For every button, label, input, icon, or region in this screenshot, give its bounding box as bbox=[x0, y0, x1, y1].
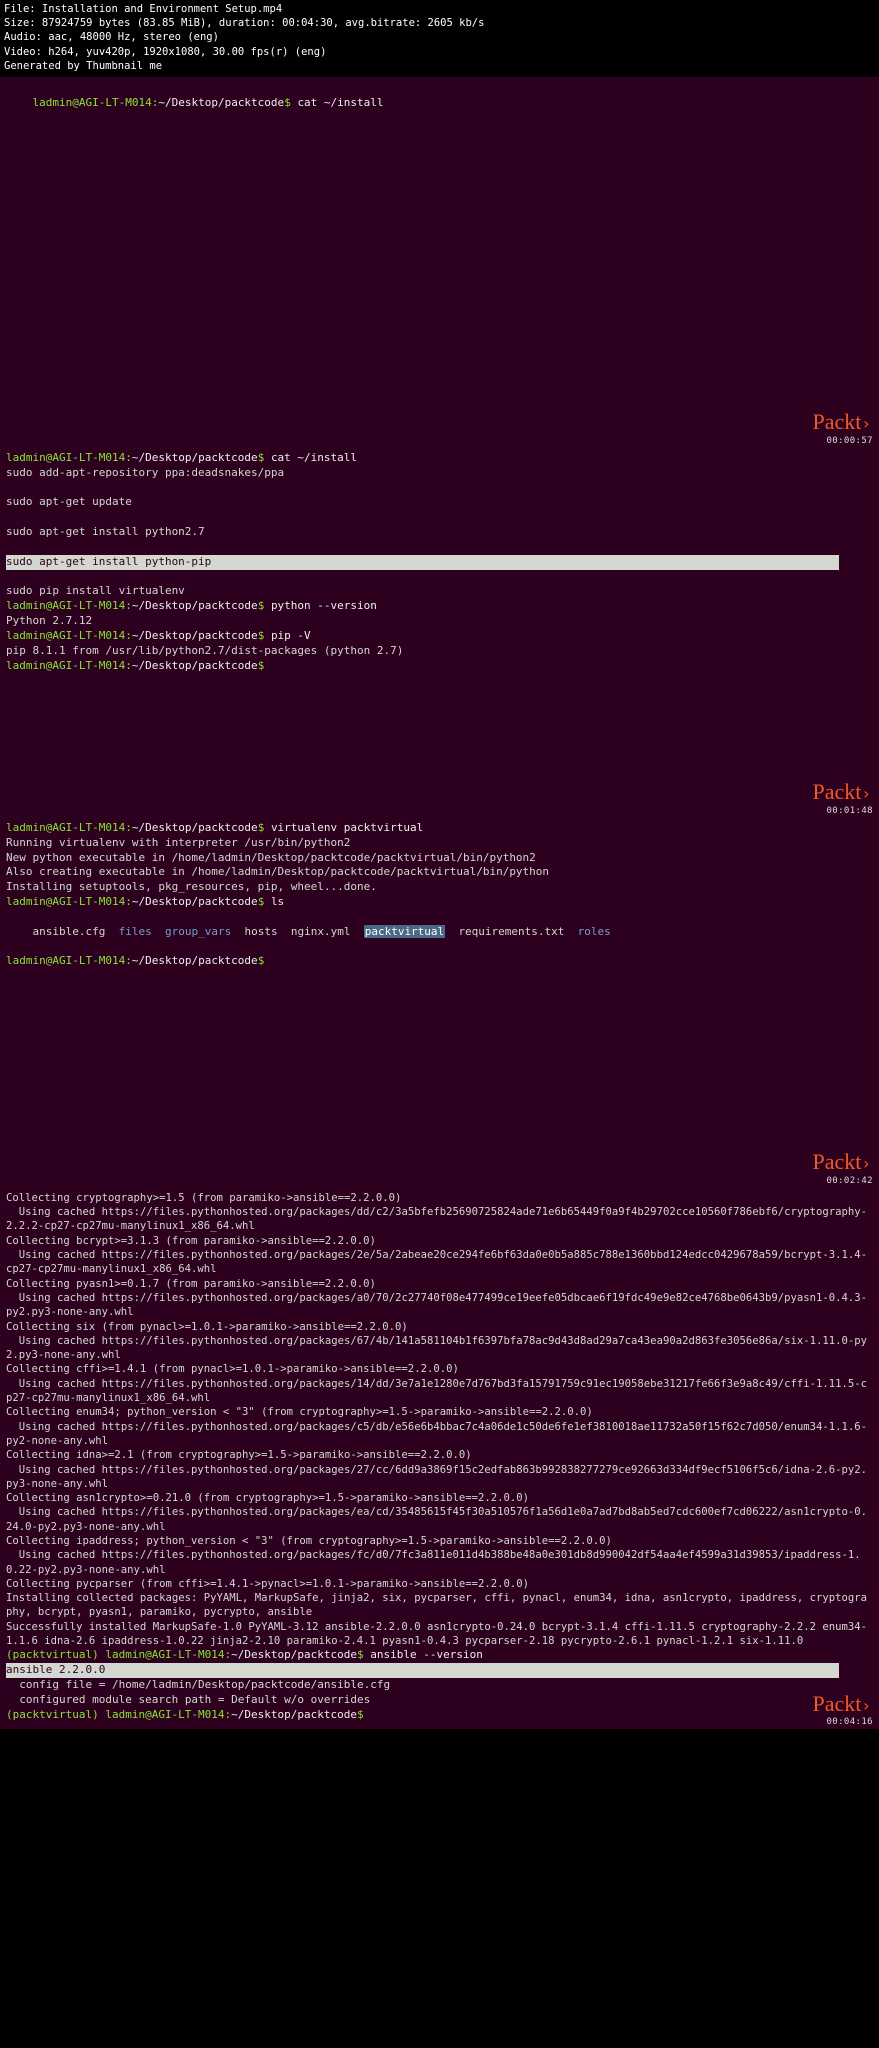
output-line: New python executable in /home/ladmin/De… bbox=[6, 851, 873, 866]
output-line: sudo apt-get install python2.7 bbox=[6, 525, 873, 540]
pip-output: Collecting cryptography>=1.5 (from param… bbox=[6, 1191, 873, 1649]
output-line: sudo pip install virtualenv bbox=[6, 584, 873, 599]
ls-file: hosts bbox=[244, 925, 277, 938]
output-line: Installing setuptools, pkg_resources, pi… bbox=[6, 880, 873, 895]
thumbnail-frame-4: Collecting cryptography>=1.5 (from param… bbox=[0, 1187, 879, 1729]
thumbnail-frame-2: ladmin@AGI-LT-M014:~/Desktop/packtcode$ … bbox=[0, 447, 879, 817]
output-line: Running virtualenv with interpreter /usr… bbox=[6, 836, 873, 851]
output-line: pip 8.1.1 from /usr/lib/python2.7/dist-p… bbox=[6, 644, 873, 659]
prompt-symbol: $ bbox=[284, 96, 297, 109]
output-line: sudo apt-get update bbox=[6, 495, 873, 510]
thumbnail-frame-3: ladmin@AGI-LT-M014:~/Desktop/packtcode$ … bbox=[0, 817, 879, 1187]
highlighted-version: ansible 2.2.0.0 bbox=[6, 1663, 839, 1678]
output-line: configured module search path = Default … bbox=[6, 1693, 873, 1708]
ls-output: ansible.cfg files group_vars hosts nginx… bbox=[6, 910, 873, 955]
thumbnail-frame-1: ladmin@AGI-LT-M014:~/Desktop/packtcode$ … bbox=[0, 77, 879, 447]
packt-logo: Packt› bbox=[812, 777, 871, 807]
header-file: File: Installation and Environment Setup… bbox=[4, 2, 875, 16]
output-line: sudo add-apt-repository ppa:deadsnakes/p… bbox=[6, 466, 873, 481]
header-video: Video: h264, yuv420p, 1920x1080, 30.00 f… bbox=[4, 45, 875, 59]
output-line: config file = /home/ladmin/Desktop/packt… bbox=[6, 1678, 873, 1693]
ls-file: nginx.yml bbox=[291, 925, 351, 938]
output-line: Python 2.7.12 bbox=[6, 614, 873, 629]
ls-dir: group_vars bbox=[165, 925, 231, 938]
highlighted-line: sudo apt-get install python-pip bbox=[6, 555, 839, 570]
video-metadata-header: File: Installation and Environment Setup… bbox=[0, 0, 879, 77]
terminal-line: ladmin@AGI-LT-M014:~/Desktop/packtcode$ … bbox=[6, 81, 873, 126]
header-generator: Generated by Thumbnail me bbox=[4, 59, 875, 73]
timestamp: 00:00:57 bbox=[826, 435, 873, 447]
ls-file: ansible.cfg bbox=[33, 925, 106, 938]
timestamp: 00:01:48 bbox=[826, 805, 873, 817]
output-line: Also creating executable in /home/ladmin… bbox=[6, 865, 873, 880]
prompt-user: ladmin@AGI-LT-M014: bbox=[33, 96, 159, 109]
packt-logo: Packt› bbox=[812, 1147, 871, 1177]
packt-logo: Packt› bbox=[812, 1689, 871, 1719]
ls-dir: files bbox=[119, 925, 152, 938]
timestamp: 00:04:16 bbox=[826, 1716, 873, 1728]
venv-prompt: (packtvirtual) ladmin@AGI-LT-M014: bbox=[6, 1648, 231, 1661]
venv-prompt: (packtvirtual) ladmin@AGI-LT-M014: bbox=[6, 1708, 231, 1721]
ls-selected-dir: packtvirtual bbox=[364, 925, 445, 938]
header-audio: Audio: aac, 48000 Hz, stereo (eng) bbox=[4, 30, 875, 44]
ls-file: requirements.txt bbox=[458, 925, 564, 938]
command-text: cat ~/install bbox=[297, 96, 383, 109]
ls-dir: roles bbox=[578, 925, 611, 938]
timestamp: 00:02:42 bbox=[826, 1175, 873, 1187]
prompt-path: ~/Desktop/packtcode bbox=[158, 96, 284, 109]
packt-logo: Packt› bbox=[812, 407, 871, 437]
header-size: Size: 87924759 bytes (83.85 MiB), durati… bbox=[4, 16, 875, 30]
